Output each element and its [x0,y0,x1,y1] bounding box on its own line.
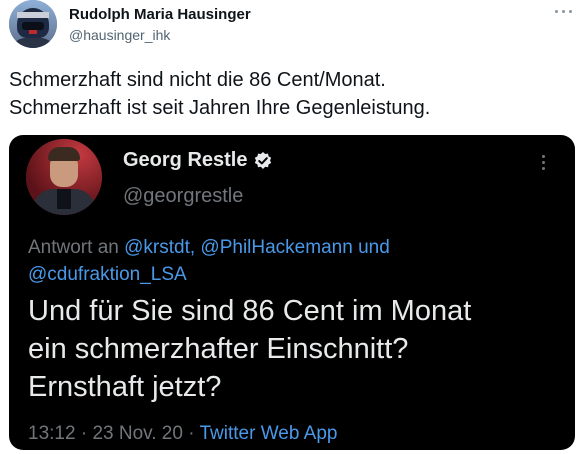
embedded-text-line: Und für Sie sind 86 Cent im Monat [28,295,472,327]
embedded-author-avatar [26,139,102,215]
mention-link: @PhilHackemann [200,237,353,258]
embedded-tweet-screenshot[interactable]: Georg Restle @georgrestle Antwort an @kr… [9,135,575,450]
mention-link: @krstdt, [124,237,196,258]
embedded-author-handle: @georgrestle [123,185,244,207]
verified-badge-icon [253,151,273,171]
embedded-more-icon [541,153,547,171]
embedded-tweet-text: Und für Sie sind 86 Cent im Monat ein sc… [28,292,568,406]
embedded-text-line: Ernsthaft jetzt? [28,371,222,403]
author-avatar[interactable] [9,0,57,48]
author-handle[interactable]: @hausinger_ihk [69,27,170,43]
tweet-text-line: Schmerzhaft ist seit Jahren Ihre Gegenle… [9,97,431,119]
mention-link: @cdufraktion_LSA [28,264,187,285]
embedded-author-name-row: Georg Restle [123,149,273,172]
embedded-text-line: ein schmerzhafter Einschnitt? [28,333,409,365]
embedded-time: 13:12 [28,423,76,444]
author-name[interactable]: Rudolph Maria Hausinger [69,6,251,23]
reply-to-line: Antwort an @krstdt, @PhilHackemann und @… [28,234,568,288]
mention-conjunction: und [358,237,390,258]
embedded-tweet-meta: 13:12 · 23 Nov. 20 · Twitter Web App [28,423,337,445]
embedded-date: 23 Nov. 20 [92,423,183,444]
reply-prefix: Antwort an [28,237,119,258]
more-dots-icon[interactable] [555,4,573,18]
tweet-header: Rudolph Maria Hausinger @hausinger_ihk [0,0,580,60]
meta-separator: · [188,423,195,444]
embedded-source: Twitter Web App [199,423,338,444]
meta-separator: · [80,423,88,444]
tweet-text-line: Schmerzhaft sind nicht die 86 Cent/Monat… [9,69,386,91]
tweet-text: Schmerzhaft sind nicht die 86 Cent/Monat… [9,66,569,122]
embedded-author-name: Georg Restle [123,149,248,171]
